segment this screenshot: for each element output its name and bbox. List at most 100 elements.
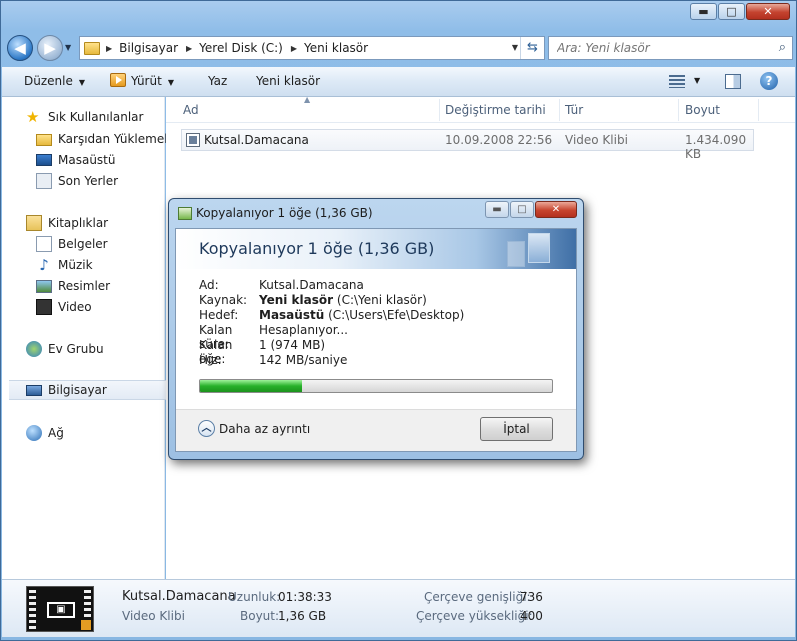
items-remaining-value: 1 (974 MB) [259,338,326,352]
address-row: ◀ ▶ ▼ ▶ Bilgisayar ▶ Yerel Disk (C:) ▶ Y… [7,35,793,61]
play-button[interactable]: Yürüt ▼ [110,73,174,88]
chevron-right-icon: ▶ [106,43,113,53]
sort-ascending-icon: ▲ [304,95,311,104]
sidebar-item-label: Video [58,300,92,314]
speed-value: 142 MB/saniye [259,353,348,367]
explorer-window: ▬ □ ✕ ◀ ▶ ▼ ▶ Bilgisayar ▶ Yerel Disk (C… [0,0,797,641]
breadcrumb-new-folder[interactable]: Yeni klasör [304,41,368,55]
window-caption-buttons: ▬ □ ✕ [689,3,790,20]
close-icon: ✕ [551,204,561,215]
details-frame-height-value: 400 [520,609,543,623]
less-details-toggle[interactable]: ︿ Daha az ayrıntı [198,420,310,437]
close-button[interactable]: ✕ [746,3,790,20]
column-size[interactable]: Boyut [685,103,720,117]
pictures-icon [36,279,52,293]
destination-label: Hedef: [199,308,239,322]
burn-button[interactable]: Yaz [208,74,227,88]
preview-pane-icon[interactable] [725,74,741,89]
organize-label: Düzenle [24,74,73,88]
copy-icon [178,207,192,220]
sidebar-item-downloads[interactable]: Karşıdan Yüklemeler [36,129,180,149]
sidebar-item-network[interactable]: Ağ [26,423,64,443]
minimize-icon: ▬ [698,5,709,18]
sidebar-item-label: Ağ [48,426,64,440]
command-bar: Düzenle ▼ Yürüt ▼ Yaz Yeni klasör ▼ ? [2,67,795,97]
search-input[interactable] [549,37,764,59]
help-icon[interactable]: ? [760,72,778,90]
column-divider[interactable] [439,99,440,121]
file-size: 1.434.090 KB [685,133,747,161]
breadcrumb-computer[interactable]: Bilgisayar [119,41,178,55]
address-bar[interactable]: ▶ Bilgisayar ▶ Yerel Disk (C:) ▶ Yeni kl… [79,36,545,60]
video-thumbnail: ▣ [26,586,94,632]
sidebar-item-label: Sık Kullanılanlar [48,110,144,124]
sidebar-item-documents[interactable]: Belgeler [36,234,108,254]
maximize-button[interactable]: □ [718,3,745,20]
details-frame-height-label: Çerçeve yüksekliği: [416,609,533,623]
dialog-maximize-button[interactable]: □ [510,201,534,218]
table-row[interactable]: Kutsal.Damacana 10.09.2008 22:56 Video K… [181,129,754,161]
details-file-name: Kutsal.Damacana [122,589,236,604]
details-frame-width-label: Çerçeve genişliği: [424,590,531,604]
sidebar-item-computer[interactable]: Bilgisayar [9,380,171,400]
sidebar-item-recent[interactable]: Son Yerler [36,171,118,191]
destination-value[interactable]: Masaüstü (C:\Users\Efe\Desktop) [259,308,464,322]
dialog-close-button[interactable]: ✕ [535,201,577,218]
film-strip-icon [29,587,36,631]
sidebar-item-label: Belgeler [58,237,108,251]
music-note-icon: ♪ [39,256,49,274]
chevron-down-icon: ▼ [78,78,86,87]
file-type: Video Klibi [565,133,628,147]
less-details-label: Daha az ayrıntı [219,421,311,436]
breadcrumb: ▶ Bilgisayar ▶ Yerel Disk (C:) ▶ Yeni kl… [106,41,376,55]
sidebar-item-video[interactable]: Video [36,297,92,317]
column-name[interactable]: Ad [183,103,199,117]
minimize-button[interactable]: ▬ [690,3,717,20]
view-options-icon[interactable] [669,75,685,88]
organize-button[interactable]: Düzenle ▼ [24,74,85,88]
folder-icon [84,41,100,55]
video-icon [36,299,52,315]
source-value[interactable]: Yeni klasör (C:\Yeni klasör) [259,293,427,307]
column-divider[interactable] [678,99,679,121]
documents-icon [36,236,52,252]
back-button[interactable]: ◀ [7,35,33,61]
time-remaining-value: Hesaplanıyor... [259,323,348,337]
cancel-button[interactable]: İptal [480,417,553,441]
sidebar-item-label: Kitaplıklar [48,216,109,230]
dialog-minimize-button[interactable]: ▬ [485,201,509,218]
sidebar-item-desktop[interactable]: Masaüstü [36,150,115,170]
network-icon [26,425,42,441]
source-label: Kaynak: [199,293,248,307]
refresh-icon[interactable]: ⇆ [520,37,544,59]
forward-arrow-icon: ▶ [44,39,56,57]
new-folder-button[interactable]: Yeni klasör [256,74,320,88]
computer-icon [26,384,42,396]
breadcrumb-local-disk[interactable]: Yerel Disk (C:) [199,41,283,55]
sidebar-item-pictures[interactable]: Resimler [36,276,110,296]
column-divider[interactable] [758,99,759,121]
recent-places-icon [36,173,52,189]
sidebar-item-favorites[interactable]: ★ Sık Kullanılanlar [26,107,143,127]
column-type[interactable]: Tür [565,103,583,117]
source-folder: Yeni klasör [259,293,334,307]
sidebar-item-homegroup[interactable]: Ev Grubu [26,339,104,359]
search-box[interactable]: ⌕ [548,36,793,60]
play-label: Yürüt [131,74,162,88]
recent-pages-dropdown[interactable]: ▼ [65,43,71,52]
sidebar-item-label: Karşıdan Yüklemeler [58,132,180,146]
dialog-heading: Kopyalanıyor 1 öğe (1,36 GB) [199,239,435,258]
chevron-down-icon[interactable]: ▼ [694,76,700,85]
chevron-right-icon: ▶ [290,43,298,53]
column-divider[interactable] [559,99,560,121]
minimize-icon: ▬ [492,204,502,215]
downloads-folder-icon [36,134,52,146]
document-icon [528,233,550,263]
address-dropdown-icon[interactable]: ▼ [512,43,518,52]
search-icon[interactable]: ⌕ [779,40,786,55]
sidebar-item-libraries[interactable]: Kitaplıklar [26,213,108,233]
dialog-footer: ︿ Daha az ayrıntı İptal [176,409,576,451]
column-date-modified[interactable]: Değiştirme tarihi [445,103,546,117]
forward-button[interactable]: ▶ [37,35,63,61]
sidebar-item-music[interactable]: ♪ Müzik [36,255,92,275]
